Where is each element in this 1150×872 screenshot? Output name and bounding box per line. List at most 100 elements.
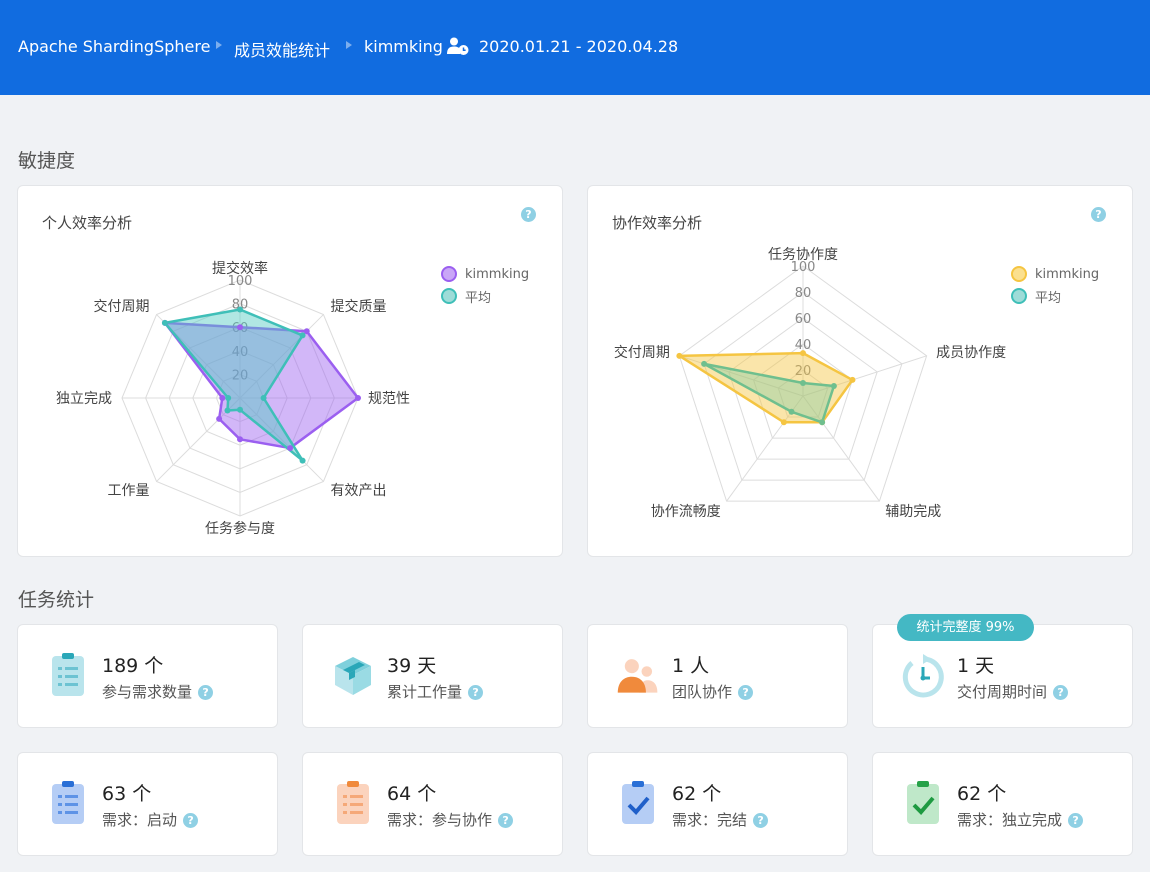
stat-value: 62 个 [672,783,722,805]
stat-card: 189 个 参与需求数量? [17,624,278,728]
chart-legend: kimmking 平均 [1011,263,1099,307]
cube-icon [335,657,371,695]
collab-efficiency-card: 协作效率分析 ? 20 40 60 80 100 任务协作度 成员协作度 辅助完成 协作流畅度交… [587,185,1133,557]
help-icon[interactable]: ? [738,685,754,700]
timer-icon [902,654,944,698]
radar-axis-label: 有效产出 [331,483,387,499]
legend-swatch [1011,266,1027,282]
legend-item-average[interactable]: 平均 [441,285,529,307]
legend-label: kimmking [465,266,530,282]
stat-value: 189 个 [102,655,164,677]
radar-data-point[interactable] [237,324,243,331]
stat-value: 1 人 [672,655,710,677]
personal-efficiency-card: 个人效率分析 ? 20406080100提交效率提交质量规范性有效产出任务参与度… [17,185,563,557]
legend-label: 平均 [465,290,492,306]
stat-value: 63 个 [102,783,152,805]
completeness-badge: 统计完整度 99% [897,614,1034,641]
radar-data-point[interactable] [299,332,306,339]
chart-legend: kimmking 平均 [441,263,529,307]
radar-axis-label: 成员协作度 [936,345,1006,361]
radar-data-point[interactable] [788,408,795,415]
help-icon[interactable]: ? [183,813,199,828]
radar-axis-label: 任务参与度 [205,520,275,537]
legend-swatch [1011,288,1027,304]
stat-card: 1 人 团队协作? [587,624,848,728]
radar-data-point[interactable] [224,407,231,414]
legend-swatch [441,266,457,282]
legend-label: kimmking [1035,266,1100,282]
help-icon[interactable]: ? [198,685,214,700]
stat-card: 62 个 需求：完结? [587,752,848,856]
radar-axis-label: 规范性 [368,390,410,407]
top-bar: Apache ShardingSphere 成员效能统计 kimmking 20… [0,0,1150,95]
help-icon[interactable]: ? [468,685,484,700]
stat-label: 需求：启动? [102,809,199,830]
help-icon[interactable]: ? [498,813,514,828]
radar-data-point[interactable] [237,306,243,313]
radar-data-point[interactable] [237,436,243,443]
radar-data-point[interactable] [161,319,168,326]
radar-tick-label: 60 [795,312,812,327]
stat-card: 39 天 累计工作量? [302,624,563,728]
stat-value: 1 天 [957,655,995,677]
stat-label: 需求：独立完成? [957,809,1084,830]
radar-data-point[interactable] [676,352,683,359]
help-icon[interactable]: ? [1053,685,1069,700]
radar-data-point[interactable] [260,395,267,401]
stat-card: 62 个 需求：独立完成? [872,752,1133,856]
radar-tick-label: 80 [795,286,812,301]
legend-item-average[interactable]: 平均 [1011,285,1099,307]
stat-label: 需求：参与协作? [387,809,514,830]
stat-label: 参与需求数量? [102,681,214,702]
clipboard-start-icon [52,781,84,824]
radar-axis-label: 交付周期 [614,344,670,361]
radar-data-point[interactable] [780,419,787,426]
clipboard-solo-icon [907,781,939,824]
legend-item-kimmking[interactable]: kimmking [441,263,529,285]
stat-label-text: 需求：独立完成 [957,811,1063,829]
radar-data-point[interactable] [237,406,243,413]
stat-label-text: 需求：启动 [102,811,178,829]
date-range[interactable]: 2020.01.21 - 2020.04.28 [479,37,678,56]
radar-data-point[interactable] [216,415,223,422]
stat-label-text: 需求：参与协作 [387,811,493,829]
radar-data-point[interactable] [701,360,708,367]
radar-axis-label: 提交效率 [212,260,268,277]
stat-value: 62 个 [957,783,1007,805]
stat-value: 39 天 [387,655,437,677]
clipboard-collab-icon [337,781,369,824]
stat-card: 64 个 需求：参与协作? [302,752,563,856]
section-title-tasks: 任务统计 [18,589,95,611]
radar-axis-label: 独立完成 [56,391,112,407]
radar-data-point[interactable] [355,395,361,401]
user-clock-icon[interactable] [447,37,469,55]
stat-label: 需求：完结? [672,809,769,830]
help-icon[interactable]: ? [753,813,769,828]
breadcrumb-project[interactable]: Apache ShardingSphere [18,37,210,56]
radar-data-point[interactable] [219,395,226,401]
stat-label-text: 团队协作 [672,683,733,701]
radar-axis-label: 协作流畅度 [651,504,721,520]
stat-label-text: 交付周期时间 [957,683,1048,701]
stat-label-text: 需求：完结 [672,811,748,829]
stat-value: 64 个 [387,783,437,805]
breadcrumb-member[interactable]: kimmking [364,37,443,56]
stat-card: 63 个 需求：启动? [17,752,278,856]
radar-data-point[interactable] [287,445,294,452]
breadcrumb-page[interactable]: 成员效能统计 [234,37,330,61]
stat-label-text: 参与需求数量 [102,683,193,701]
radar-data-point[interactable] [800,350,806,357]
radar-data-point[interactable] [849,376,856,383]
legend-item-kimmking[interactable]: kimmking [1011,263,1099,285]
radar-data-point[interactable] [830,382,837,389]
stat-label: 团队协作? [672,681,754,702]
radar-data-point[interactable] [225,395,232,401]
radar-data-point[interactable] [819,419,826,426]
legend-swatch [441,288,457,304]
personal-radar-chart: 20406080100提交效率提交质量规范性有效产出任务参与度工作量独立完成交付… [56,260,410,537]
stat-label: 交付周期时间? [957,681,1069,702]
radar-data-point[interactable] [800,380,806,386]
help-icon[interactable]: ? [1068,813,1084,828]
radar-data-point[interactable] [299,457,306,464]
breadcrumb-separator-icon [346,41,352,49]
